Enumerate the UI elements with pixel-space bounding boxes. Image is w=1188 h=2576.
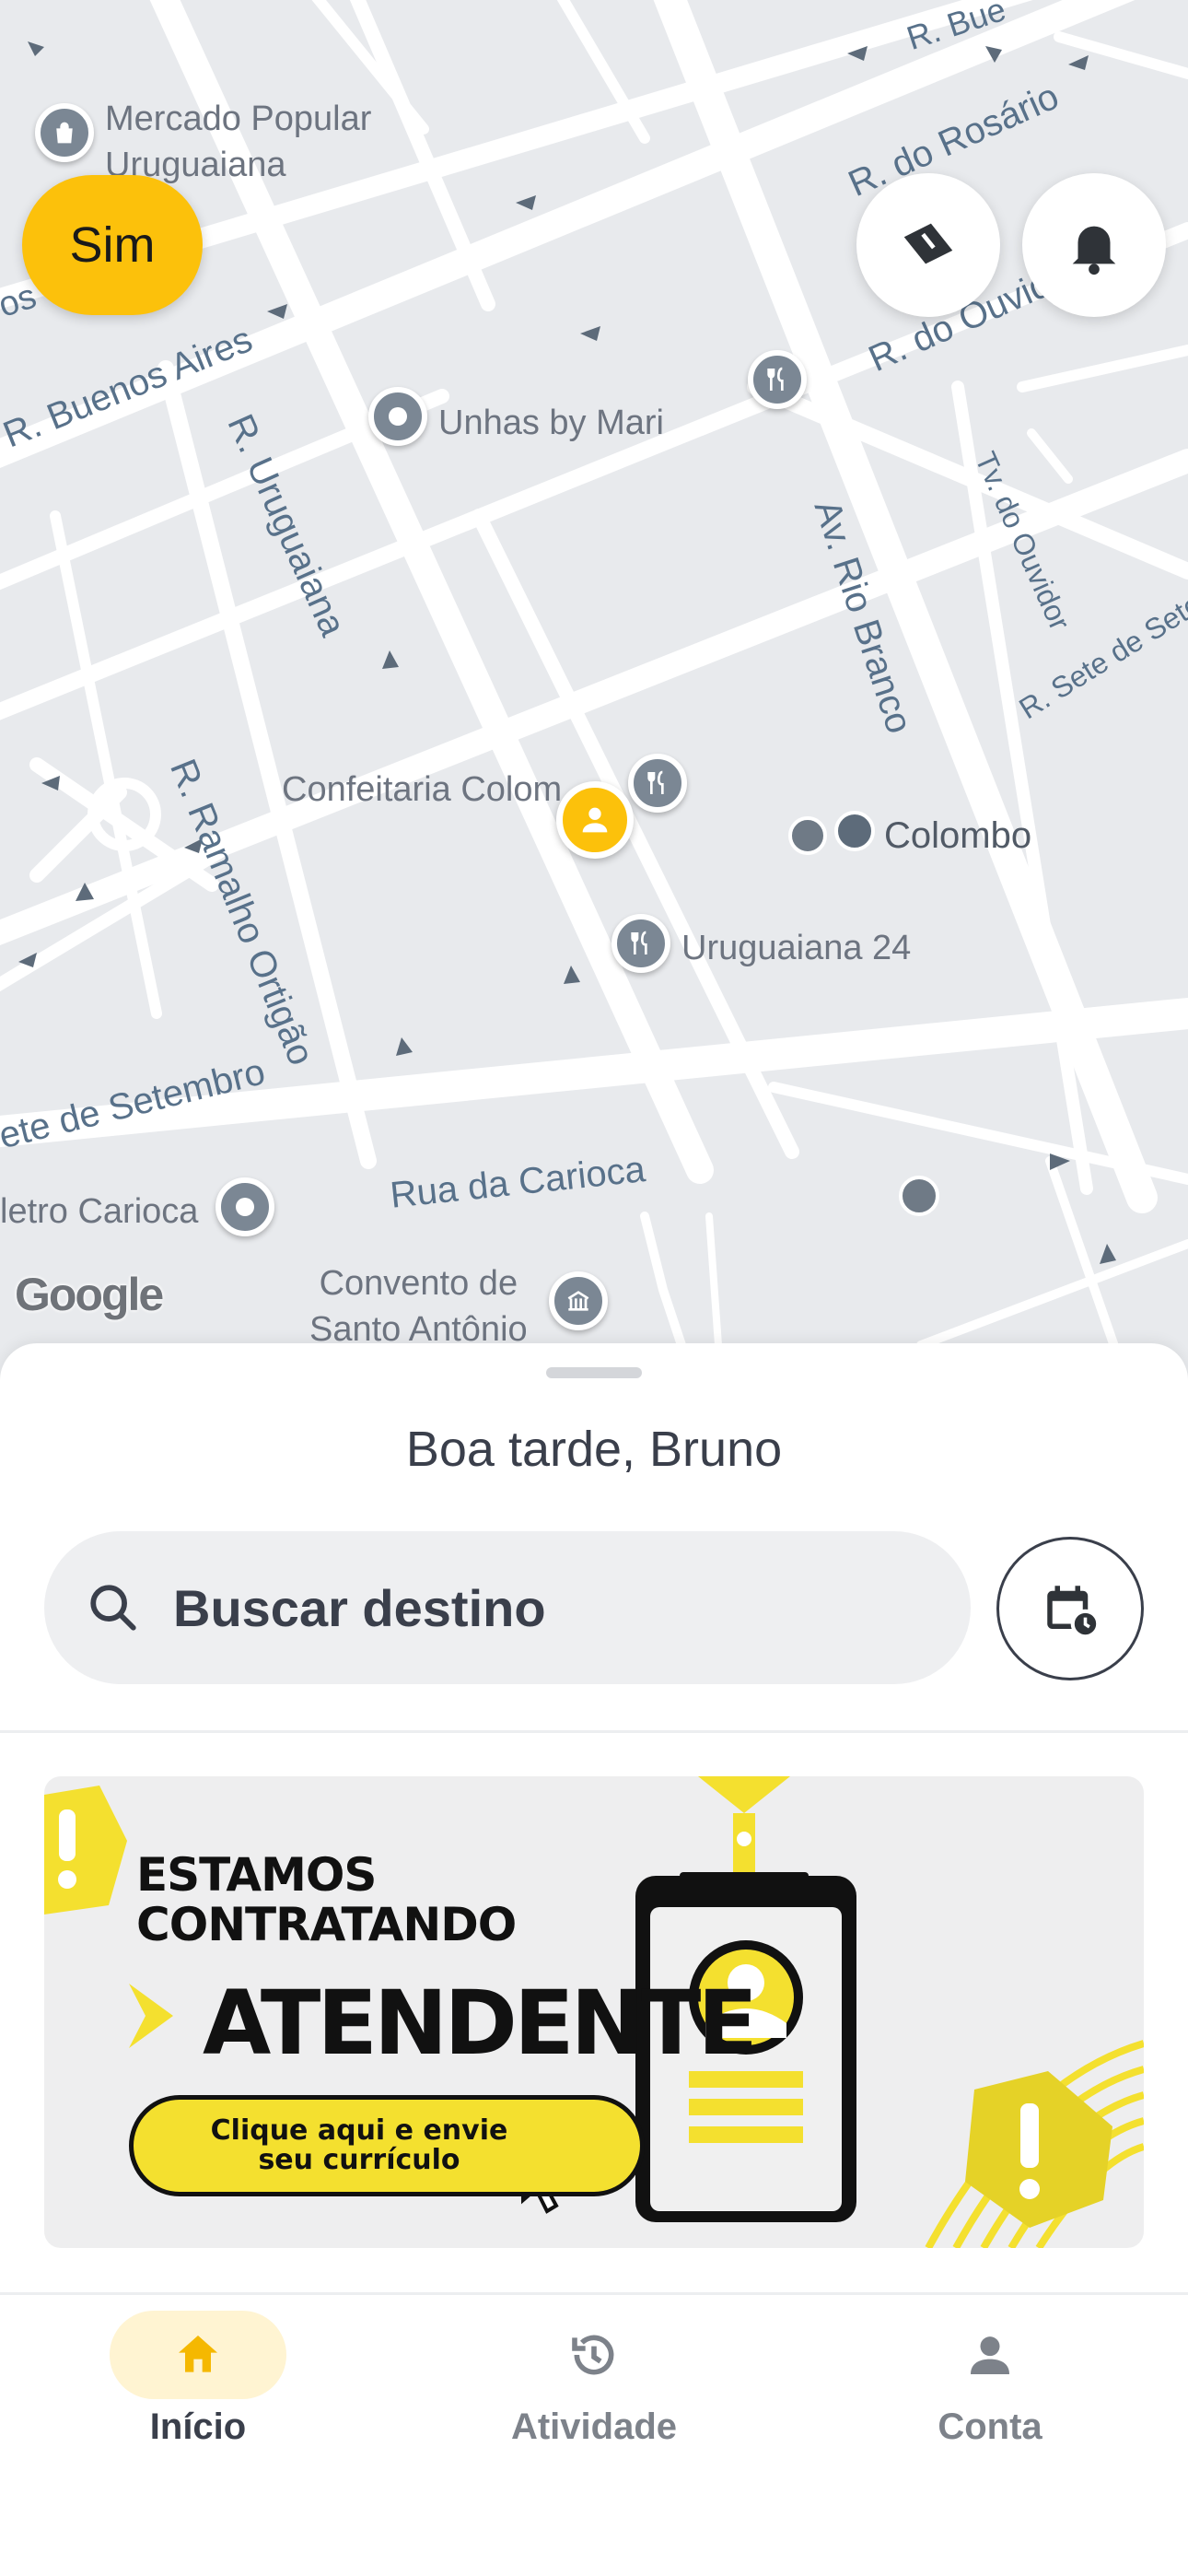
poi-label-uruguaiana24: Uruguaiana 24 — [681, 929, 912, 967]
nav-icon-slot — [506, 2311, 682, 2399]
ticket-button[interactable] — [856, 173, 1000, 317]
bottom-sheet: Boa tarde, Bruno Buscar destino ESTAMOS … — [0, 1343, 1188, 2576]
greeting-text: Boa tarde, Bruno — [405, 1422, 783, 1477]
ticket-icon — [903, 223, 953, 264]
send-resume-button[interactable]: Clique aqui e envie seu currículo — [129, 2095, 645, 2196]
poi-label-unhas: Unhas by Mari — [438, 404, 664, 442]
place-pin-icon[interactable] — [368, 387, 427, 446]
section-divider — [0, 1730, 1188, 1733]
cta-line1: Clique aqui e envie — [210, 2114, 508, 2147]
nav-divider — [0, 2292, 1188, 2295]
poi-label-colombo: Colombo — [884, 815, 1032, 856]
shopping-pin-icon[interactable] — [35, 103, 94, 162]
google-attribution: Google — [15, 1269, 164, 1320]
history-icon — [572, 2335, 614, 2375]
nav-item-inicio[interactable]: Início — [0, 2296, 396, 2462]
train-station-icon[interactable] — [788, 816, 827, 855]
search-icon — [90, 1585, 136, 1631]
bell-icon — [1072, 226, 1116, 275]
metro-station-icon[interactable] — [834, 811, 875, 851]
bottom-navigation: Início Atividade Conta — [0, 2296, 1188, 2462]
nav-label-atividade: Atividade — [510, 2406, 678, 2447]
landmark-pin-icon[interactable] — [549, 1271, 608, 1330]
user-location-icon[interactable] — [556, 781, 634, 859]
sheet-drag-handle[interactable] — [546, 1367, 642, 1378]
restaurant-pin-icon[interactable] — [611, 914, 670, 973]
place-pin-icon[interactable] — [215, 1177, 274, 1236]
nav-item-conta[interactable]: Conta — [792, 2296, 1188, 2462]
home-icon — [179, 2336, 217, 2372]
poi-label-confeitaria: Confeitaria Colom — [282, 770, 563, 809]
poi-label-mercado: Mercado Popular Uruguaiana — [105, 100, 372, 184]
cta-line2: seu currículo — [258, 2144, 460, 2176]
search-placeholder: Buscar destino — [173, 1578, 546, 1637]
nav-icon-slot — [902, 2311, 1078, 2399]
schedule-ride-button[interactable] — [996, 1537, 1144, 1680]
banner-title-line1: ESTAMOS — [136, 1848, 377, 1902]
notifications-button[interactable] — [1022, 173, 1166, 317]
nav-item-atividade[interactable]: Atividade — [396, 2296, 792, 2462]
restaurant-pin-icon[interactable] — [628, 754, 687, 813]
nav-active-indicator — [110, 2311, 286, 2399]
poi-label-convento: Convento de Santo Antônio — [309, 1264, 528, 1349]
poi-label-metro: letro Carioca — [0, 1192, 199, 1231]
banner-title-line2: CONTRATANDO — [136, 1898, 517, 1951]
sim-button[interactable]: Sim — [22, 175, 203, 315]
bus-stop-icon[interactable] — [899, 1176, 939, 1216]
banner-title: ESTAMOS CONTRATANDO — [136, 1848, 517, 1951]
nav-label-inicio: Início — [149, 2406, 247, 2447]
map-view[interactable]: R. Buenos Aires R. Uruguaiana R. Ramalho… — [0, 0, 1188, 1382]
hiring-banner[interactable]: ESTAMOS CONTRATANDO ATENDENTE Clique aqu… — [44, 1776, 1144, 2248]
banner-role: ATENDENTE — [203, 1972, 758, 2075]
nav-label-conta: Conta — [938, 2406, 1042, 2447]
calendar-clock-icon — [1047, 1586, 1101, 1639]
search-destination-field[interactable]: Buscar destino — [44, 1531, 971, 1684]
person-icon — [971, 2336, 1009, 2374]
restaurant-pin-icon[interactable] — [748, 350, 807, 409]
